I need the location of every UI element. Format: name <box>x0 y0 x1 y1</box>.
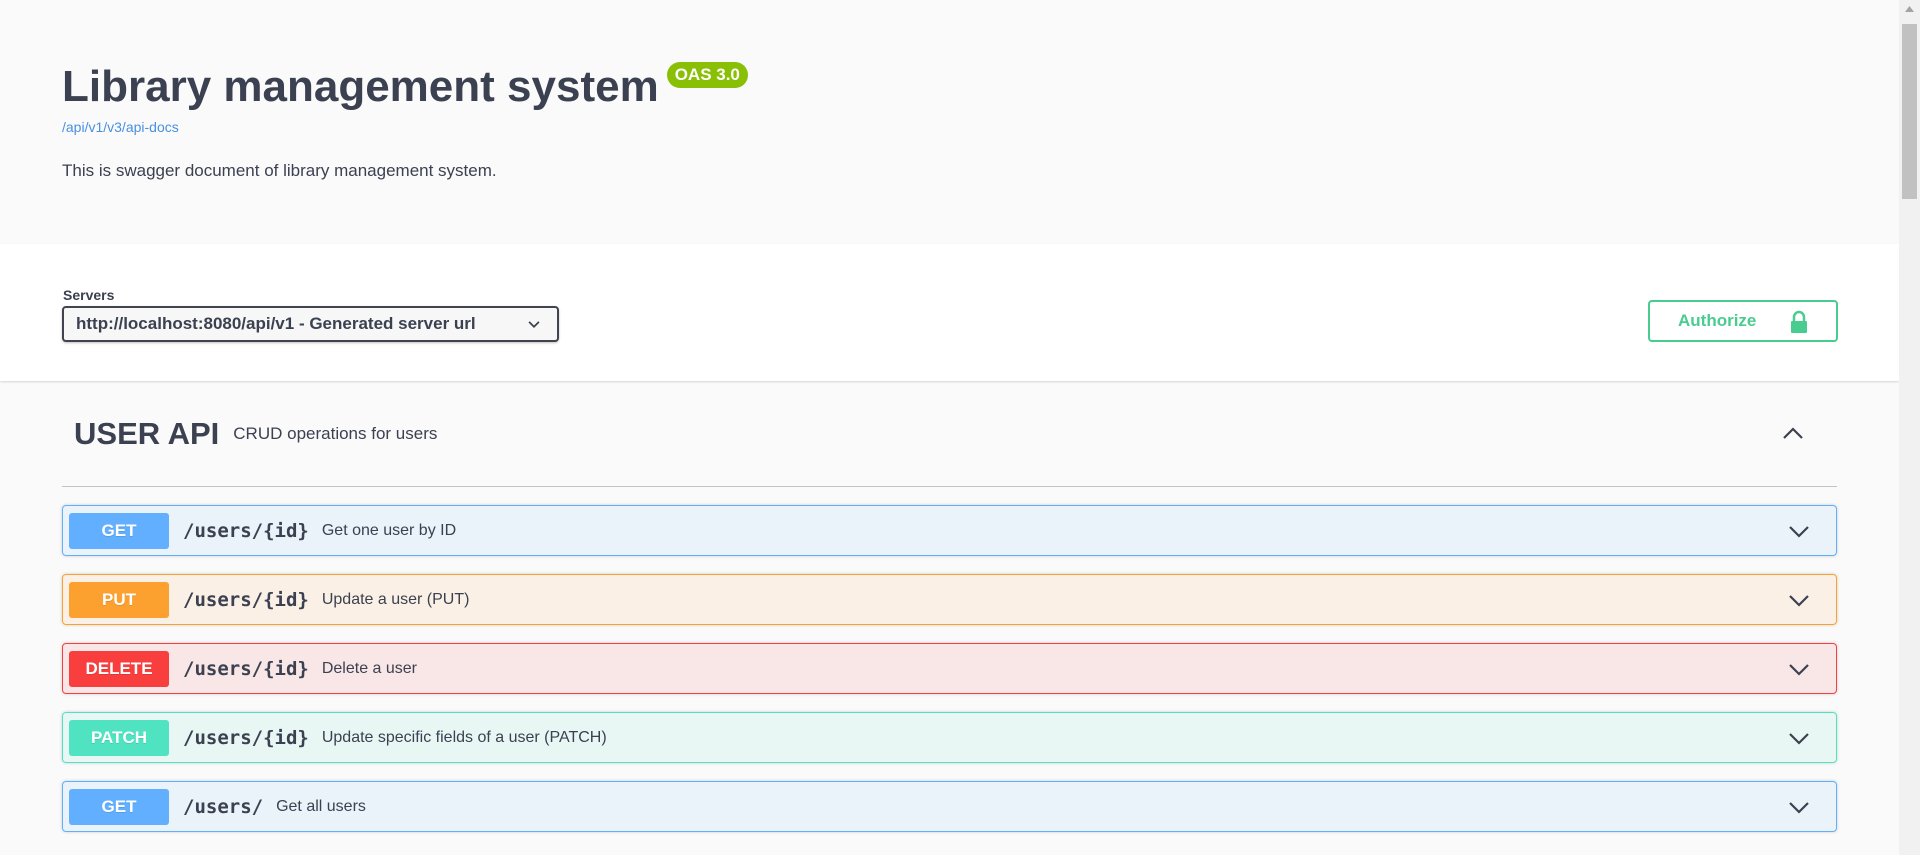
chevron-down-icon[interactable] <box>1788 658 1810 680</box>
scrollbar-thumb[interactable] <box>1902 24 1917 199</box>
servers-select[interactable]: http://localhost:8080/api/v1 - Generated… <box>62 306 559 342</box>
chevron-down-icon <box>528 321 540 329</box>
operation-path: /users/{id} <box>183 726 309 749</box>
operation-get-user-by-id[interactable]: GET /users/{id} Get one user by ID <box>62 505 1837 556</box>
operation-path: /users/{id} <box>183 519 309 542</box>
authorize-label: Authorize <box>1678 311 1757 330</box>
operation-path: /users/ <box>183 795 264 818</box>
operations-section: USER API CRUD operations for users GET /… <box>0 381 1899 832</box>
tag-description: CRUD operations for users <box>233 423 438 443</box>
method-badge: PATCH <box>69 719 169 756</box>
chevron-down-icon[interactable] <box>1788 520 1810 542</box>
method-badge: PUT <box>69 581 169 618</box>
api-docs-link[interactable]: /api/v1/v3/api-docs <box>62 119 1837 135</box>
swagger-page: Library management system OAS 3.0 /api/v… <box>0 0 1899 855</box>
operation-path: /users/{id} <box>183 657 309 680</box>
lock-icon <box>1791 310 1807 333</box>
scheme-container: Servers http://localhost:8080/api/v1 - G… <box>0 244 1899 381</box>
tag-header-user-api[interactable]: USER API CRUD operations for users <box>62 381 1837 487</box>
operation-path: /users/{id} <box>183 588 309 611</box>
operation-patch-user[interactable]: PATCH /users/{id} Update specific fields… <box>62 712 1837 763</box>
title-row: Library management system OAS 3.0 <box>62 62 1837 112</box>
page-title: Library management system <box>62 62 659 111</box>
servers-selected-value: http://localhost:8080/api/v1 - Generated… <box>76 314 476 333</box>
api-description: This is swagger document of library mana… <box>62 161 497 180</box>
chevron-down-icon[interactable] <box>1788 589 1810 611</box>
operation-summary: Get one user by ID <box>321 521 457 539</box>
authorize-button[interactable]: Authorize <box>1648 300 1838 342</box>
method-badge: GET <box>69 788 169 825</box>
method-badge: GET <box>69 512 169 549</box>
tag-name: USER API <box>74 415 220 451</box>
operation-get-all-users[interactable]: GET /users/ Get all users <box>62 781 1837 832</box>
chevron-up-icon[interactable] <box>1781 421 1805 445</box>
version-badge: OAS 3.0 <box>666 62 748 88</box>
chevron-down-icon[interactable] <box>1788 796 1810 818</box>
operation-put-user[interactable]: PUT /users/{id} Update a user (PUT) <box>62 574 1837 625</box>
operation-summary: Get all users <box>276 797 366 815</box>
servers-label: Servers <box>63 287 115 303</box>
operation-summary: Delete a user <box>321 659 418 677</box>
scroll-up-arrow-icon[interactable] <box>1899 0 1920 17</box>
method-badge: DELETE <box>69 650 169 687</box>
chevron-down-icon[interactable] <box>1788 727 1810 749</box>
page-scrollbar[interactable] <box>1899 0 1920 855</box>
operation-summary: Update a user (PUT) <box>321 590 470 608</box>
operation-summary: Update specific fields of a user (PATCH) <box>321 728 607 746</box>
info-section: Library management system OAS 3.0 /api/v… <box>0 0 1899 244</box>
operation-delete-user[interactable]: DELETE /users/{id} Delete a user <box>62 643 1837 694</box>
